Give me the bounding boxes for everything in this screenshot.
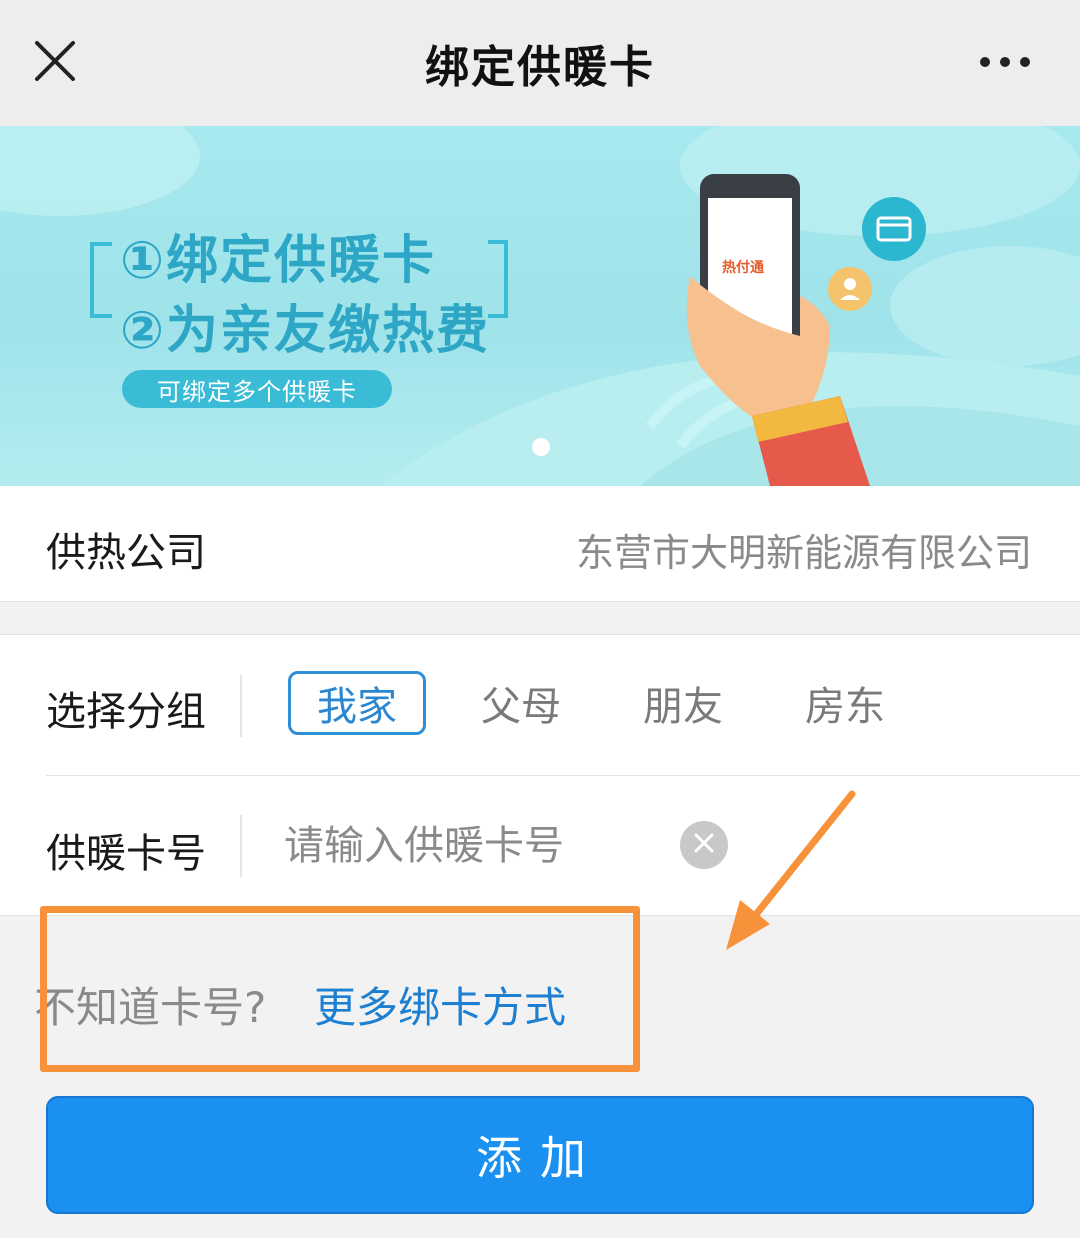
- hint-question: 不知道卡号?: [34, 983, 267, 1032]
- more-bind-methods-link[interactable]: 更多绑卡方式: [314, 974, 566, 1035]
- group-option-home[interactable]: 我家: [288, 671, 426, 735]
- group-option-parents[interactable]: 父母: [456, 671, 586, 735]
- close-icon: [33, 39, 77, 87]
- card-number-input[interactable]: [284, 815, 664, 877]
- banner-line-2: ②为亲友缴热费: [120, 301, 491, 361]
- divider: [240, 815, 242, 877]
- add-button[interactable]: 添加: [46, 1096, 1034, 1214]
- divider: [46, 775, 1080, 776]
- page-title: 绑定供暖卡: [425, 42, 655, 93]
- more-button[interactable]: [970, 42, 1040, 82]
- close-button[interactable]: [28, 36, 82, 90]
- bind-form: 选择分组 我家 父母 朋友 房东 供暖卡号: [0, 634, 1080, 916]
- more-dots-icon: [979, 53, 1031, 72]
- nav-header: 绑定供暖卡: [0, 0, 1080, 126]
- group-option-friends[interactable]: 朋友: [618, 671, 748, 735]
- svg-text:热付通: 热付通: [722, 259, 764, 275]
- clear-icon: [692, 831, 716, 859]
- company-value: 东营市大明新能源有限公司: [575, 531, 1032, 575]
- divider: [240, 675, 242, 737]
- group-label: 选择分组: [46, 689, 206, 735]
- promo-banner[interactable]: 热付通 ①绑定供暖卡 ②为亲友缴热费 可绑定多个供暖卡: [0, 126, 1080, 486]
- clear-input-button[interactable]: [680, 821, 728, 869]
- company-row[interactable]: 供热公司 东营市大明新能源有限公司: [0, 486, 1080, 602]
- carousel-indicator-dot[interactable]: [532, 438, 550, 456]
- card-number-label: 供暖卡号: [46, 831, 206, 877]
- group-option-landlord[interactable]: 房东: [780, 671, 910, 735]
- company-label: 供热公司: [46, 530, 206, 576]
- banner-pill: 可绑定多个供暖卡: [122, 370, 392, 408]
- banner-line-1: ①绑定供暖卡: [120, 231, 437, 291]
